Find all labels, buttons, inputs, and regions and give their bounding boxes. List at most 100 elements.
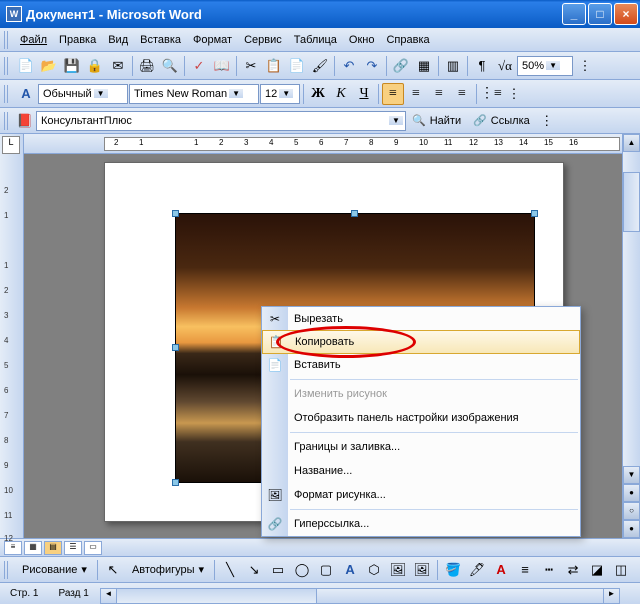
- reading-view-button[interactable]: ▭: [84, 541, 102, 555]
- grip-icon[interactable]: [4, 31, 10, 49]
- horizontal-scrollbar[interactable]: ◄ ►: [100, 588, 620, 604]
- ctx-copy[interactable]: 📋Копировать: [262, 330, 580, 354]
- cut-icon[interactable]: ✂: [240, 55, 262, 77]
- consultant-icon[interactable]: 📕: [14, 110, 36, 132]
- oval-icon[interactable]: ◯: [291, 559, 313, 581]
- undo-icon[interactable]: ↶: [338, 55, 360, 77]
- zoom-combo[interactable]: 50%▼: [517, 56, 573, 76]
- align-right-button[interactable]: ≡: [428, 83, 450, 105]
- table-icon[interactable]: ▦: [413, 55, 435, 77]
- paste-icon[interactable]: 📄: [286, 55, 308, 77]
- maximize-button[interactable]: □: [588, 3, 612, 25]
- diagram-icon[interactable]: ⬡: [363, 559, 385, 581]
- align-left-button[interactable]: ≡: [382, 83, 404, 105]
- menu-file[interactable]: Файл: [14, 32, 53, 48]
- autoshapes-menu[interactable]: Автофигуры ▾: [126, 561, 210, 578]
- menu-tools[interactable]: Сервис: [238, 32, 288, 48]
- clipart-icon[interactable]: 🖼: [387, 559, 409, 581]
- line-icon[interactable]: ╲: [219, 559, 241, 581]
- picture-icon[interactable]: 🖼: [411, 559, 433, 581]
- grip-icon[interactable]: [4, 85, 10, 103]
- size-combo[interactable]: 12▼: [260, 84, 300, 104]
- ctx-caption[interactable]: Название...: [262, 459, 580, 483]
- copy-icon[interactable]: 📋: [263, 55, 285, 77]
- grip-icon[interactable]: [4, 57, 10, 75]
- grip-icon[interactable]: [4, 561, 10, 579]
- consultant-combo[interactable]: КонсультантПлюс▼: [36, 111, 406, 131]
- dash-style-icon[interactable]: ┅: [538, 559, 560, 581]
- scroll-up-icon[interactable]: ▲: [623, 134, 640, 152]
- ctx-cut[interactable]: ✂Вырезать: [262, 307, 580, 331]
- print-icon[interactable]: 🖨: [136, 55, 158, 77]
- scroll-thumb[interactable]: [623, 172, 640, 232]
- open-icon[interactable]: 📂: [38, 55, 60, 77]
- show-marks-icon[interactable]: ¶: [471, 55, 493, 77]
- menu-table[interactable]: Таблица: [288, 32, 343, 48]
- resize-handle[interactable]: [531, 210, 538, 217]
- line-color-icon[interactable]: 🖊: [466, 559, 488, 581]
- resize-handle[interactable]: [172, 210, 179, 217]
- underline-button[interactable]: Ч: [353, 83, 375, 105]
- rectangle-icon[interactable]: ▭: [267, 559, 289, 581]
- resize-handle[interactable]: [172, 479, 179, 486]
- hyperlink-icon[interactable]: 🔗: [390, 55, 412, 77]
- print-view-button[interactable]: ▤: [44, 541, 62, 555]
- ctx-borders[interactable]: Границы и заливка...: [262, 435, 580, 459]
- columns-icon[interactable]: ▥: [442, 55, 464, 77]
- minimize-button[interactable]: _: [562, 3, 586, 25]
- vertical-scrollbar[interactable]: ▲ ▼ ● ○ ●: [622, 134, 640, 538]
- shadow-icon[interactable]: ◪: [586, 559, 608, 581]
- wordart-icon[interactable]: A: [339, 559, 361, 581]
- redo-icon[interactable]: ↷: [361, 55, 383, 77]
- format-painter-icon[interactable]: 🖌: [309, 55, 331, 77]
- web-view-button[interactable]: ▦: [24, 541, 42, 555]
- styles-pane-icon[interactable]: A: [15, 83, 37, 105]
- research-icon[interactable]: 📖: [211, 55, 233, 77]
- permission-icon[interactable]: 🔒: [84, 55, 106, 77]
- outline-view-button[interactable]: ☰: [64, 541, 82, 555]
- align-justify-button[interactable]: ≡: [451, 83, 473, 105]
- line-style-icon[interactable]: ≡: [514, 559, 536, 581]
- arrow-style-icon[interactable]: ⇄: [562, 559, 584, 581]
- ctx-hyperlink[interactable]: 🔗Гиперссылка...: [262, 512, 580, 536]
- resize-handle[interactable]: [351, 210, 358, 217]
- bullets-button[interactable]: ⋮≡: [480, 83, 502, 105]
- 3d-icon[interactable]: ◫: [610, 559, 632, 581]
- style-combo[interactable]: Обычный▼: [38, 84, 128, 104]
- close-button[interactable]: ×: [614, 3, 638, 25]
- drawing-menu[interactable]: Рисование ▾: [16, 561, 93, 578]
- toolbar-options-icon[interactable]: ⋮: [574, 55, 596, 77]
- link-button[interactable]: 🔗Ссылка: [467, 112, 536, 129]
- preview-icon[interactable]: 🔍: [159, 55, 181, 77]
- next-page-icon[interactable]: ●: [623, 520, 640, 538]
- horizontal-ruler[interactable]: 21 12 34 56 78 910 1112 1314 1516: [24, 134, 640, 154]
- textbox-icon[interactable]: ▢: [315, 559, 337, 581]
- toolbar-options-icon[interactable]: ⋮: [503, 83, 525, 105]
- menu-help[interactable]: Справка: [380, 32, 435, 48]
- font-color-icon[interactable]: A: [490, 559, 512, 581]
- bold-button[interactable]: Ж: [307, 83, 329, 105]
- ctx-format-picture[interactable]: 🖼Формат рисунка...: [262, 483, 580, 507]
- browse-object-icon[interactable]: ○: [623, 502, 640, 520]
- ctx-paste[interactable]: 📄Вставить: [262, 353, 580, 377]
- new-icon[interactable]: 📄: [15, 55, 37, 77]
- menu-window[interactable]: Окно: [343, 32, 381, 48]
- font-combo[interactable]: Times New Roman▼: [129, 84, 259, 104]
- menu-format[interactable]: Формат: [187, 32, 238, 48]
- resize-handle[interactable]: [172, 344, 179, 351]
- align-center-button[interactable]: ≡: [405, 83, 427, 105]
- prev-page-icon[interactable]: ●: [623, 484, 640, 502]
- formula-icon[interactable]: √α: [494, 55, 516, 77]
- grip-icon[interactable]: [4, 112, 10, 130]
- mail-icon[interactable]: ✉: [107, 55, 129, 77]
- find-button[interactable]: 🔍Найти: [406, 112, 467, 129]
- arrow-icon[interactable]: ↘: [243, 559, 265, 581]
- select-icon[interactable]: ↖: [102, 559, 124, 581]
- spell-icon[interactable]: ✓: [188, 55, 210, 77]
- menu-view[interactable]: Вид: [102, 32, 134, 48]
- ruler-corner[interactable]: L: [2, 136, 20, 154]
- toolbar-options-icon[interactable]: ⋮: [536, 110, 558, 132]
- italic-button[interactable]: К: [330, 83, 352, 105]
- scroll-down-icon[interactable]: ▼: [623, 466, 640, 484]
- menu-insert[interactable]: Вставка: [134, 32, 187, 48]
